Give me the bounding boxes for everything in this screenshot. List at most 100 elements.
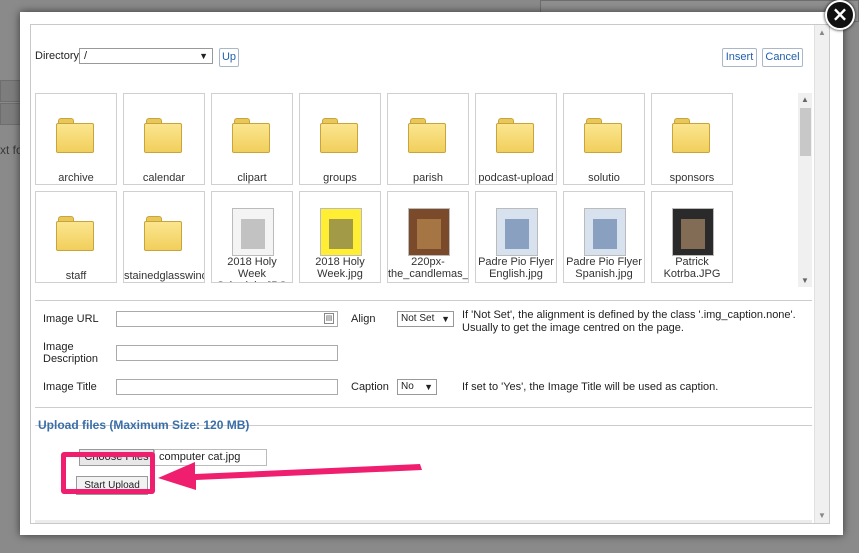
browse-icon[interactable]: ▤ — [324, 313, 334, 324]
directory-select[interactable]: / ▼ — [79, 48, 213, 64]
tile-thumbnail — [212, 94, 292, 166]
folder-tile[interactable]: parish — [387, 93, 469, 185]
scroll-thumb[interactable] — [800, 108, 811, 156]
caption-label: Caption — [351, 381, 389, 393]
directory-toolbar: Directory / ▼ Up Insert Cancel — [35, 45, 805, 75]
folder-tile[interactable]: stainedglasswind — [123, 191, 205, 283]
tile-label: clipart — [237, 172, 267, 184]
folder-tile[interactable]: groups — [299, 93, 381, 185]
tile-thumbnail — [476, 94, 556, 166]
align-note: If 'Not Set', the alignment is defined b… — [462, 309, 796, 334]
dialog-scrollbar[interactable]: ▲ ▼ — [814, 25, 829, 523]
highlight-box — [61, 452, 155, 494]
image-thumbnail — [320, 208, 362, 256]
folder-tile[interactable]: calendar — [123, 93, 205, 185]
align-label: Align — [351, 313, 376, 325]
tile-label: sponsors — [669, 172, 715, 184]
image-thumbnail — [584, 208, 626, 256]
scroll-up-icon[interactable]: ▲ — [818, 28, 826, 37]
image-thumbnail — [408, 208, 450, 256]
folder-icon — [320, 118, 360, 154]
tile-thumbnail — [652, 94, 732, 166]
tile-label: Padre Pio Flyer Spanish.jpg — [566, 256, 642, 280]
pointer-arrow-icon — [158, 462, 422, 490]
scroll-down-icon[interactable]: ▼ — [801, 276, 809, 285]
close-icon[interactable]: × — [825, 0, 855, 30]
folder-tile[interactable]: clipart — [211, 93, 293, 185]
tile-label: stainedglasswind — [124, 270, 204, 282]
tile-thumbnail — [564, 192, 644, 264]
tile-thumbnail — [36, 192, 116, 264]
tile-label: calendar — [142, 172, 186, 184]
chevron-down-icon: ▼ — [441, 314, 450, 324]
chevron-down-icon: ▼ — [424, 382, 433, 392]
image-title-label: Image Title — [43, 381, 97, 393]
folder-tile[interactable]: archive — [35, 93, 117, 185]
folder-icon — [56, 216, 96, 252]
folder-icon — [144, 216, 184, 252]
folder-icon — [672, 118, 712, 154]
tile-label: parish — [413, 172, 443, 184]
image-properties: Image URL ▤ Image Description Image Titl… — [35, 300, 812, 408]
upload-footer — [35, 520, 812, 523]
image-thumbnail — [496, 208, 538, 256]
tile-label: groups — [323, 172, 357, 184]
image-tile[interactable]: 2018 Holy Week.jpg — [299, 191, 381, 283]
tile-label: archive — [58, 172, 94, 184]
align-select[interactable]: Not Set ▼ — [397, 311, 454, 327]
image-thumbnail — [672, 208, 714, 256]
tile-label: staff — [65, 270, 87, 282]
tile-thumbnail — [212, 192, 292, 264]
tile-label: podcast-upload — [478, 172, 554, 184]
image-tile[interactable]: Padre Pio Flyer Spanish.jpg — [563, 191, 645, 283]
caption-value: No — [401, 381, 414, 392]
tile-label: 2018 Holy Week Schedule.JPG — [217, 256, 287, 282]
caption-note: If set to 'Yes', the Image Title will be… — [462, 381, 719, 393]
chevron-down-icon: ▼ — [199, 51, 208, 61]
tile-thumbnail — [36, 94, 116, 166]
tile-thumbnail — [388, 192, 468, 264]
tile-label: 2018 Holy Week.jpg — [315, 256, 365, 280]
image-description-input[interactable] — [116, 345, 338, 361]
upload-legend: Upload files (Maximum Size: 120 MB) — [38, 418, 250, 432]
tile-thumbnail — [388, 94, 468, 166]
image-url-input[interactable]: ▤ — [116, 311, 338, 327]
folder-tile[interactable]: solutio — [563, 93, 645, 185]
image-thumbnail — [232, 208, 274, 256]
tile-thumbnail — [476, 192, 556, 264]
image-tile[interactable]: 2018 Holy Week Schedule.JPG — [211, 191, 293, 283]
image-url-label: Image URL — [43, 313, 99, 325]
folder-tile[interactable]: staff — [35, 191, 117, 283]
image-tile[interactable]: Patrick Kotrba.JPG — [651, 191, 733, 283]
tile-label: solutio — [588, 172, 620, 184]
folder-tile[interactable]: podcast-upload — [475, 93, 557, 185]
up-button[interactable]: Up — [219, 48, 239, 67]
directory-value: / — [84, 50, 88, 62]
directory-label: Directory — [35, 50, 80, 62]
folder-icon — [232, 118, 272, 154]
image-tile[interactable]: 220px-the_candlemas_ — [387, 191, 469, 283]
folder-icon — [584, 118, 624, 154]
folder-tile[interactable]: sponsors — [651, 93, 733, 185]
align-value: Not Set — [401, 313, 435, 324]
image-description-label: Image Description — [43, 341, 99, 365]
caption-select[interactable]: No ▼ — [397, 379, 437, 395]
scroll-down-icon[interactable]: ▼ — [818, 511, 826, 520]
tile-thumbnail — [300, 94, 380, 166]
file-grid-scrollbar[interactable]: ▲ ▼ — [798, 93, 812, 287]
dialog-content: Directory / ▼ Up Insert Cancel archive ca… — [30, 24, 830, 524]
image-tile[interactable]: Padre Pio Flyer English.jpg — [475, 191, 557, 283]
tile-thumbnail — [300, 192, 380, 264]
image-title-input[interactable] — [116, 379, 338, 395]
insert-button[interactable]: Insert — [722, 48, 757, 67]
tile-thumbnail — [124, 192, 204, 264]
tile-thumbnail — [124, 94, 204, 166]
tile-label: Padre Pio Flyer English.jpg — [478, 256, 554, 280]
folder-icon — [408, 118, 448, 154]
tile-thumbnail — [652, 192, 732, 264]
cancel-button[interactable]: Cancel — [762, 48, 803, 67]
tile-label: Patrick Kotrba.JPG — [663, 256, 721, 280]
scroll-up-icon[interactable]: ▲ — [801, 95, 809, 104]
tile-label: 220px-the_candlemas_ — [388, 256, 468, 280]
tile-thumbnail — [564, 94, 644, 166]
